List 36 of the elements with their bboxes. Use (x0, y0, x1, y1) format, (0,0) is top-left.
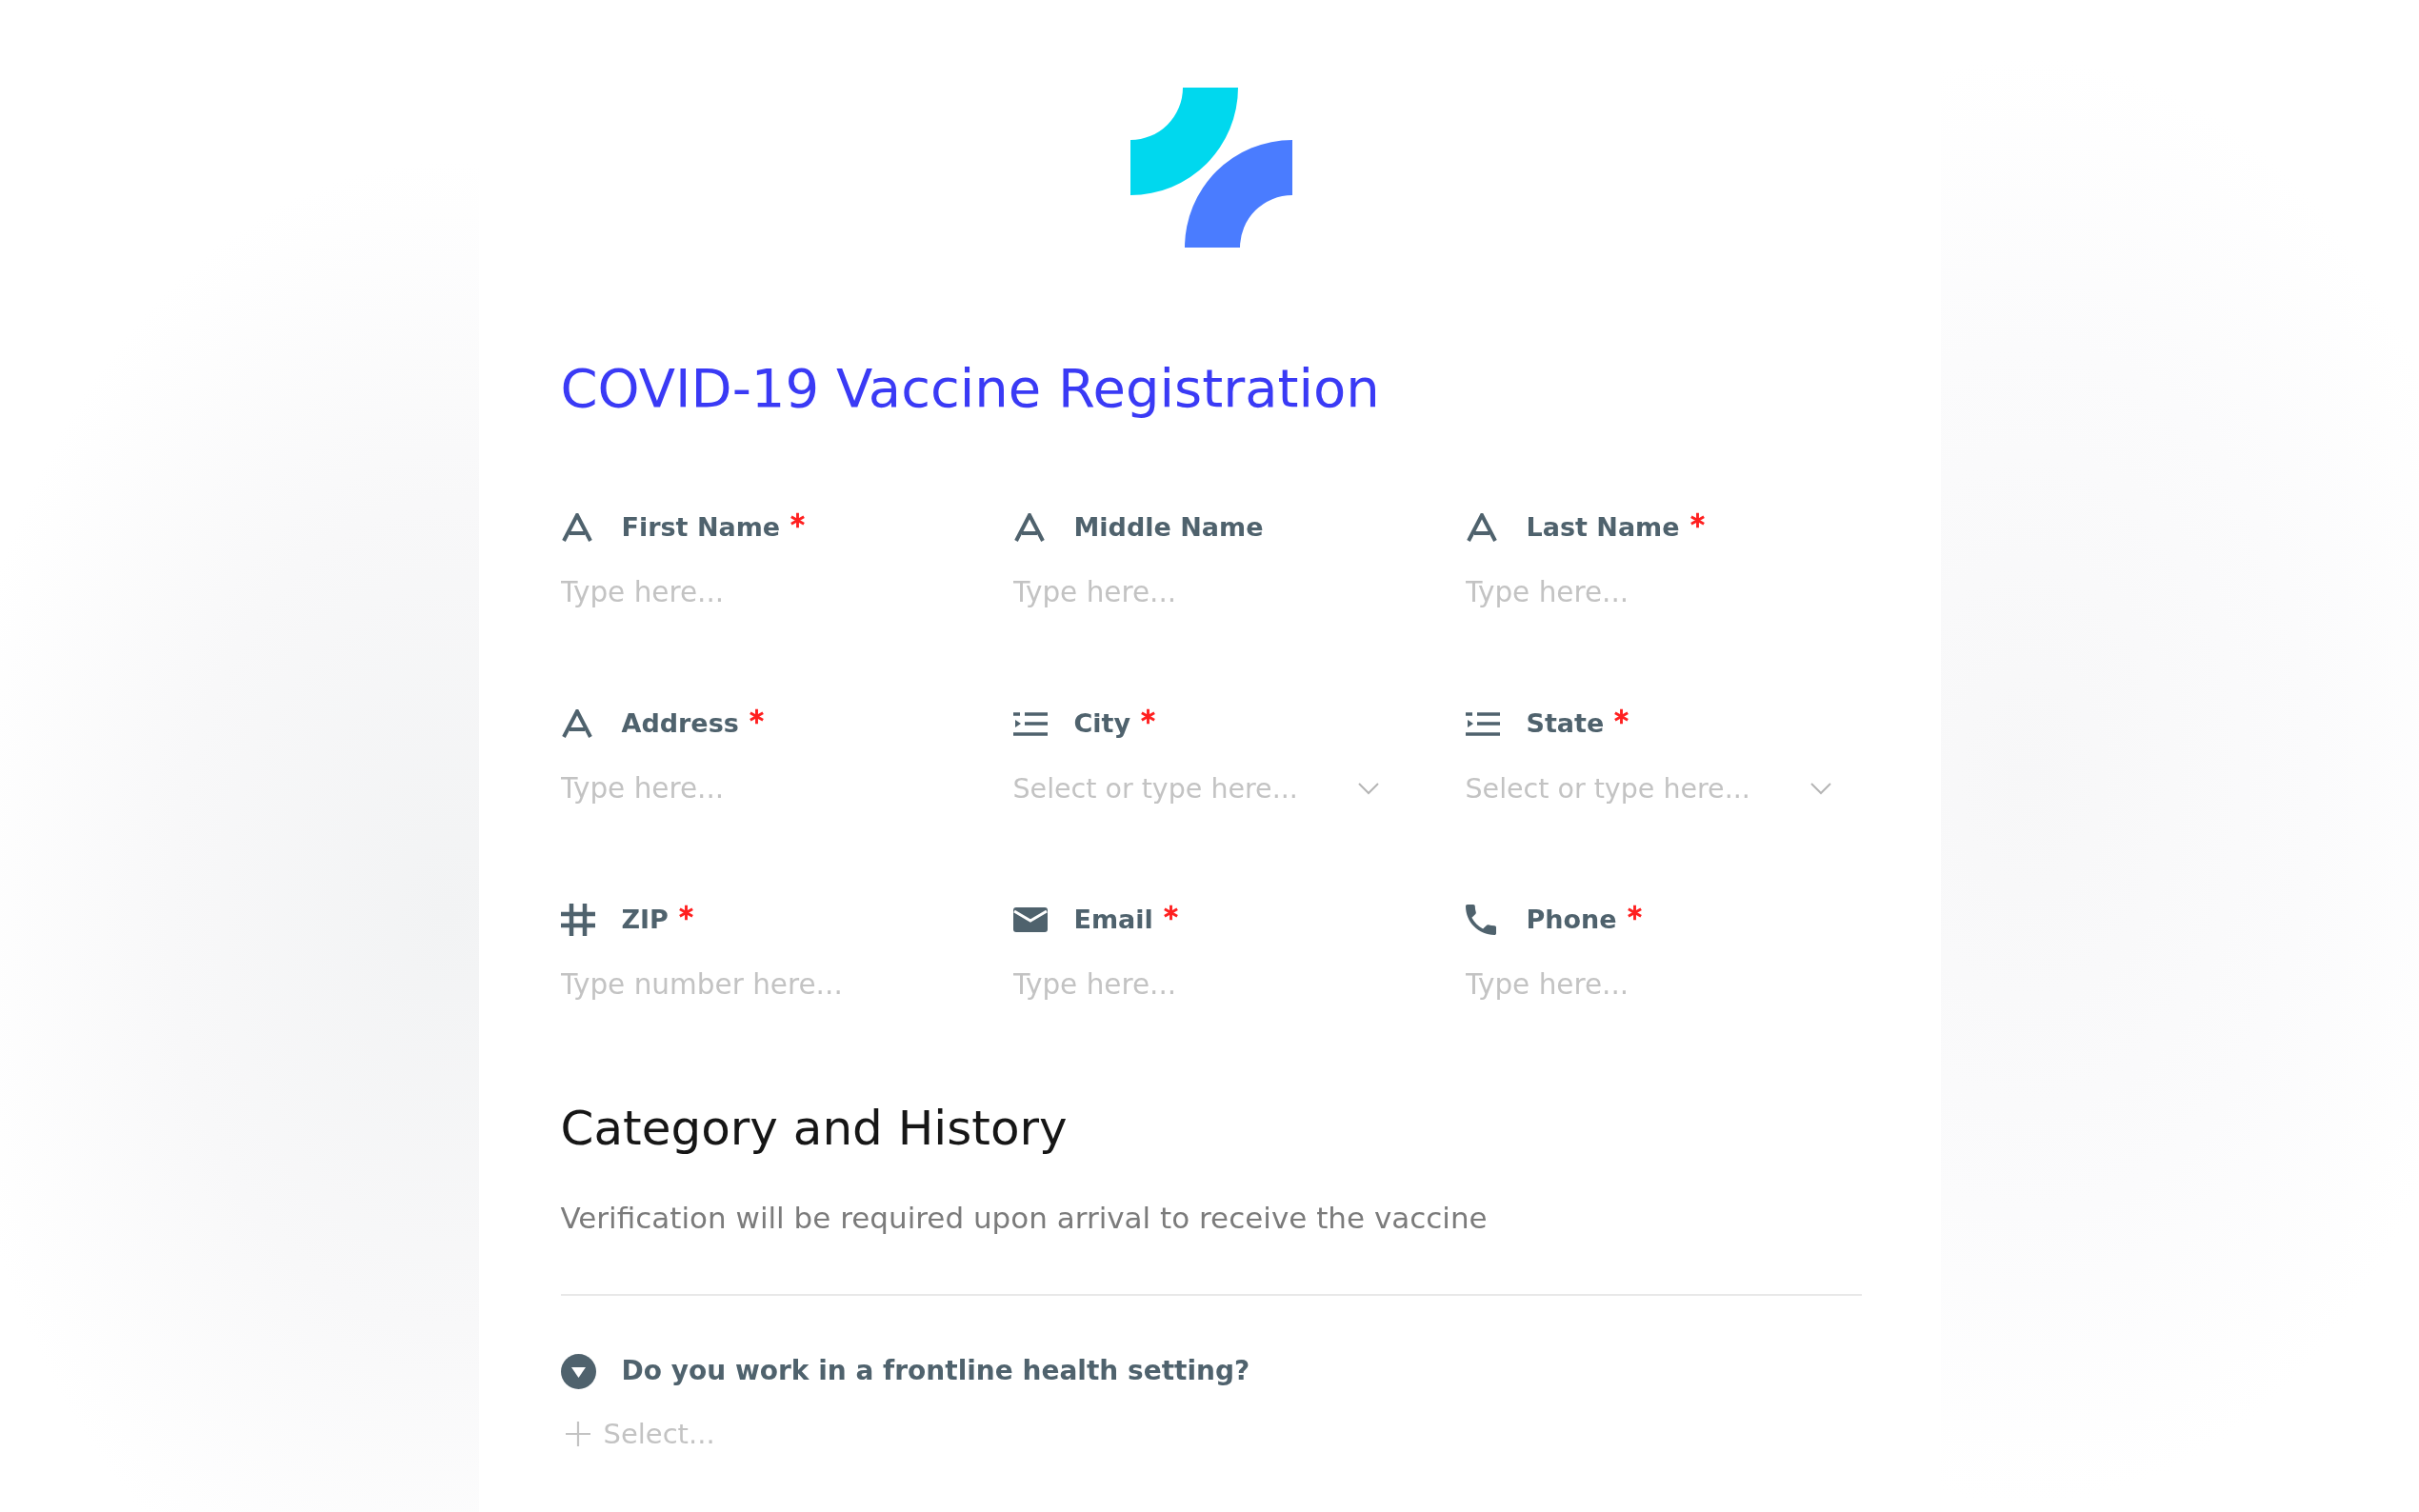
input-field[interactable]: Type number here... (560, 962, 961, 1007)
input-field[interactable]: Type here... (1465, 962, 1866, 1007)
field-label: Phone (1526, 904, 1617, 936)
field-label: Address (621, 707, 739, 740)
select-field[interactable]: Select or type here... (1012, 766, 1379, 811)
list-icon (1465, 710, 1500, 737)
envelope-icon (1012, 907, 1048, 932)
triangle-circle-icon (560, 1353, 596, 1389)
input-field[interactable]: Type here... (560, 569, 961, 615)
field-label: Middle Name (1073, 511, 1264, 544)
form-title: COVID-19 Vaccine Registration (560, 356, 1381, 421)
chevron-down-icon[interactable] (1809, 782, 1831, 795)
field-label: ZIP (621, 904, 669, 936)
input-field[interactable]: Type here... (1012, 962, 1413, 1007)
letter-a-icon (560, 513, 593, 542)
field-label: State (1526, 707, 1605, 740)
letter-a-icon (1465, 513, 1498, 542)
input-field[interactable]: Type here... (1012, 569, 1413, 615)
field-label: Last Name (1526, 511, 1680, 544)
field-label: City (1073, 707, 1131, 740)
input-field[interactable]: Type here... (1465, 569, 1866, 615)
section-description: Verification will be required upon arrival to receive the vaccine (560, 1200, 1489, 1237)
hash-icon (560, 904, 595, 936)
question-label: Do you work in a frontline health setting? (621, 1354, 1250, 1388)
input-field[interactable]: Type here... (560, 766, 961, 811)
chevron-down-icon[interactable] (1357, 782, 1379, 795)
letter-a-icon (560, 709, 593, 738)
phone-icon (1465, 905, 1496, 935)
plus-icon (565, 1422, 590, 1446)
list-icon (1012, 710, 1048, 737)
letter-a-icon (1012, 513, 1046, 542)
select-field[interactable]: Select or type here... (1465, 766, 1831, 811)
field-label: Email (1073, 904, 1153, 936)
section-heading: Category and History (560, 1100, 1069, 1157)
select-button[interactable]: Select... (560, 1413, 721, 1455)
field-label: First Name (621, 511, 781, 544)
